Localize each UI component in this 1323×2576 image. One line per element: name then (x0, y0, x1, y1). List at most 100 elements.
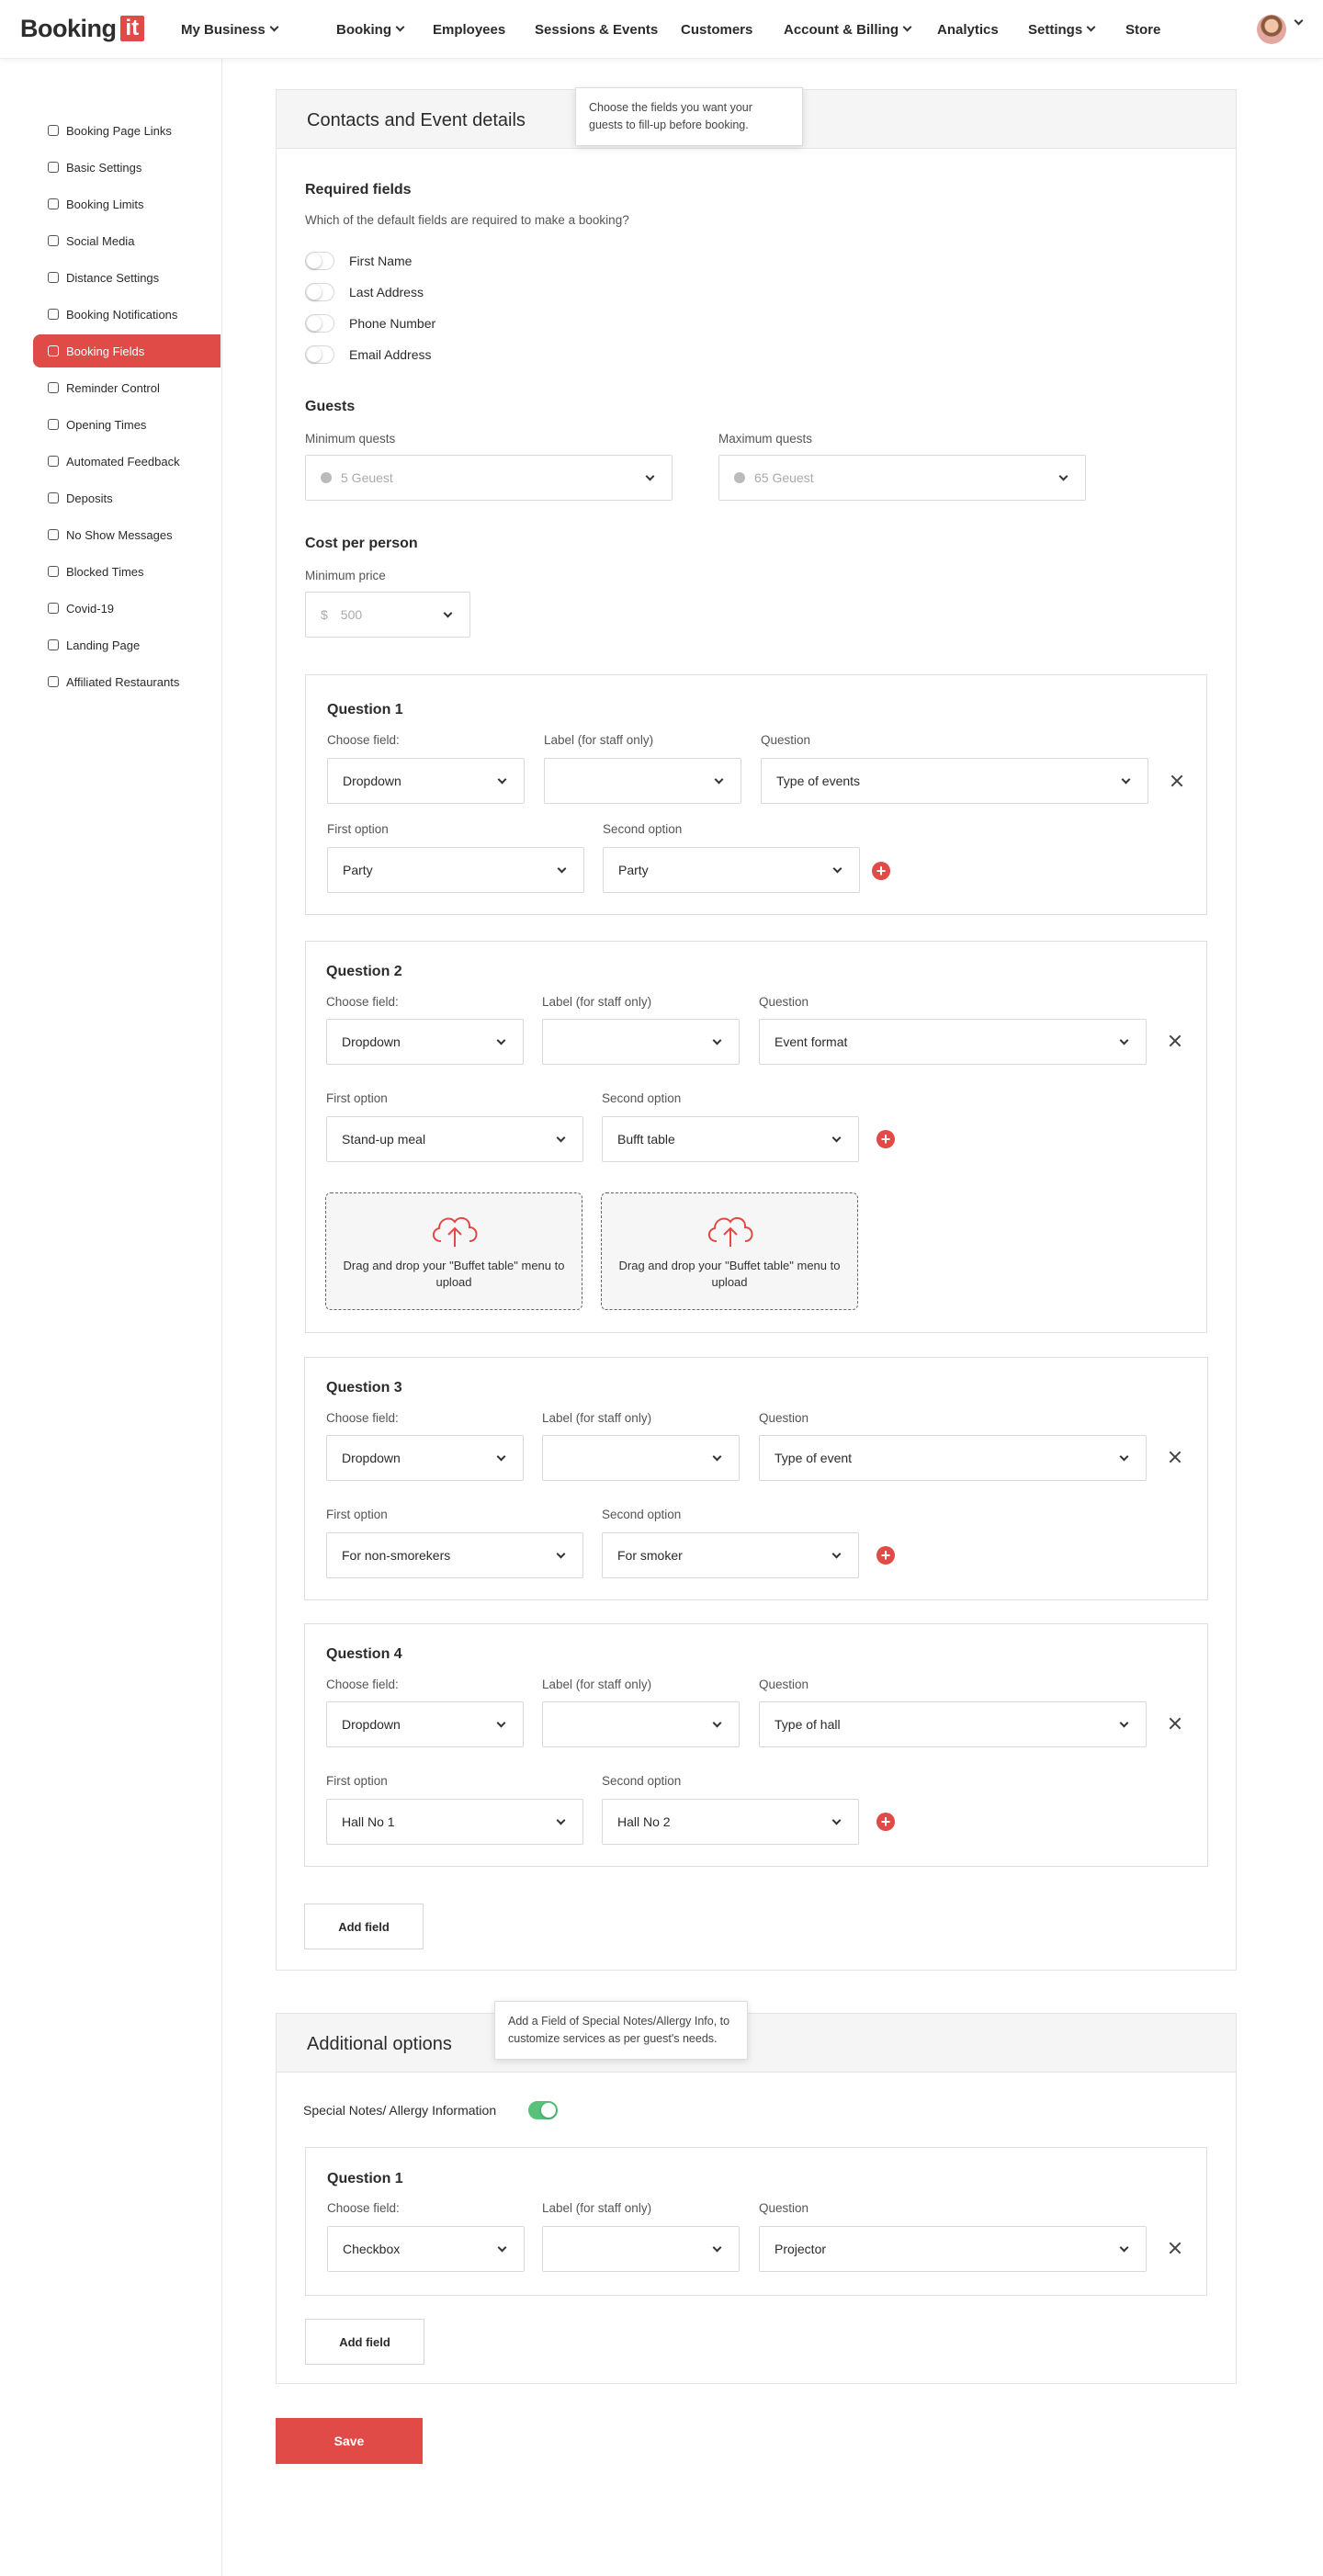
min-price-label: Minimum price (305, 569, 386, 582)
question-4-choose-field-label: Choose field: (326, 1678, 399, 1691)
question-3-first-option-select[interactable]: For non-smorekers (326, 1532, 583, 1578)
chevron-down-icon (831, 1815, 842, 1825)
question-4-question-select[interactable]: Type of hall (759, 1701, 1147, 1747)
sidebar-item-affiliated-restaurants[interactable]: Affiliated Restaurants (33, 665, 220, 698)
question-3-question-label: Question (759, 1411, 809, 1425)
sidebar-item-booking-limits[interactable]: Booking Limits (33, 187, 220, 220)
avatar[interactable] (1257, 15, 1286, 44)
additional-tooltip: Add a Field of Special Notes/Allergy Inf… (494, 2001, 748, 2060)
sidebar-item-reminder-control[interactable]: Reminder Control (33, 371, 220, 404)
last-address-toggle[interactable] (305, 283, 334, 301)
nav-sessions-events[interactable]: Sessions & Events (535, 0, 658, 59)
min-guests-select[interactable]: 5 Geuest (305, 455, 673, 501)
question-2-field-select[interactable]: Dropdown (326, 1019, 524, 1065)
first-name-toggle[interactable] (305, 252, 334, 270)
sidebar-item-covid-19[interactable]: Covid-19 (33, 592, 220, 625)
nav-analytics[interactable]: Analytics (937, 0, 999, 59)
question-2-second-option-select[interactable]: Bufft table (602, 1116, 859, 1162)
question-1-add-option-icon[interactable]: + (872, 862, 890, 880)
question-1-second-option-label: Second option (603, 822, 683, 836)
brand-logo[interactable]: Booking it (20, 13, 145, 44)
location-pin-icon (48, 272, 59, 283)
top-navbar: Booking it My Business Booking Employees… (0, 0, 1323, 59)
phone-number-toggle[interactable] (305, 314, 334, 333)
nav-my-business[interactable]: My Business (181, 0, 279, 59)
last-address-label: Last Address (349, 285, 424, 299)
nav-employees[interactable]: Employees (433, 0, 505, 59)
save-button[interactable]: Save (276, 2418, 423, 2464)
sidebar: Booking Page Links Basic Settings Bookin… (0, 59, 222, 2576)
additional-add-field-button[interactable]: Add field (305, 2319, 424, 2365)
additional-question-1-staff-select[interactable] (542, 2226, 740, 2272)
blocked-icon (48, 566, 59, 577)
question-3-field-select[interactable]: Dropdown (326, 1435, 524, 1481)
nav-store[interactable]: Store (1125, 0, 1160, 59)
question-4-staff-label: Label (for staff only) (542, 1678, 652, 1691)
question-4-field-select[interactable]: Dropdown (326, 1701, 524, 1747)
upload-instructions: Drag and drop your "Buffet table" menu t… (343, 1259, 565, 1289)
nav-account-billing[interactable]: Account & Billing (784, 0, 912, 59)
nav-settings[interactable]: Settings (1028, 0, 1096, 59)
question-2-staff-select[interactable] (542, 1019, 740, 1065)
question-4-first-option-select[interactable]: Hall No 1 (326, 1799, 583, 1845)
buffet-upload-dropzone-2[interactable]: Drag and drop your "Buffet table" menu t… (601, 1192, 858, 1310)
sidebar-item-landing-page[interactable]: Landing Page (33, 628, 220, 661)
additional-question-1-remove-icon[interactable] (1169, 2242, 1182, 2254)
cloud-upload-icon (707, 1216, 753, 1247)
chevron-down-icon (831, 1549, 842, 1559)
question-4-add-option-icon[interactable]: + (876, 1813, 895, 1831)
thumbs-up-icon (48, 235, 59, 246)
question-1-staff-select[interactable] (544, 758, 741, 804)
sidebar-item-booking-page-links[interactable]: Booking Page Links (33, 114, 220, 147)
chevron-down-icon (902, 22, 912, 31)
question-3-question-select[interactable]: Type of event (759, 1435, 1147, 1481)
special-notes-toggle[interactable] (528, 2101, 558, 2119)
question-3-add-option-icon[interactable]: + (876, 1546, 895, 1565)
sidebar-item-no-show-messages[interactable]: No Show Messages (33, 518, 220, 551)
min-guests-label: Minimum quests (305, 432, 396, 446)
sidebar-item-distance-settings[interactable]: Distance Settings (33, 261, 220, 294)
additional-question-1-question-select[interactable]: Projector (759, 2226, 1147, 2272)
question-1-first-option-select[interactable]: Party (327, 847, 584, 893)
buffet-upload-dropzone-1[interactable]: Drag and drop your "Buffet table" menu t… (325, 1192, 582, 1310)
question-2-add-option-icon[interactable]: + (876, 1130, 895, 1148)
question-3-staff-select[interactable] (542, 1435, 740, 1481)
chevron-down-icon (556, 1815, 566, 1825)
sidebar-item-deposits[interactable]: Deposits (33, 481, 220, 514)
question-4-staff-select[interactable] (542, 1701, 740, 1747)
sidebar-item-social-media[interactable]: Social Media (33, 224, 220, 257)
nav-booking[interactable]: Booking (336, 0, 405, 59)
cost-per-person-title: Cost per person (305, 536, 418, 551)
question-2-remove-icon[interactable] (1169, 1034, 1182, 1047)
coin-icon (48, 492, 59, 503)
nav-customers[interactable]: Customers (681, 0, 752, 59)
sidebar-item-booking-fields[interactable]: Booking Fields (33, 334, 220, 367)
question-1-question-select[interactable]: Type of events (761, 758, 1148, 804)
additional-question-1-question-label: Question (759, 2201, 809, 2215)
chevron-down-icon (556, 1549, 566, 1559)
sidebar-item-basic-settings[interactable]: Basic Settings (33, 151, 220, 184)
question-1-title: Question 1 (327, 702, 403, 717)
question-4-second-option-select[interactable]: Hall No 2 (602, 1799, 859, 1845)
sidebar-item-booking-notifications[interactable]: Booking Notifications (33, 298, 220, 331)
max-guests-select[interactable]: 65 Geuest (718, 455, 1086, 501)
question-2-question-select[interactable]: Event format (759, 1019, 1147, 1065)
add-field-button[interactable]: Add field (304, 1904, 424, 1949)
email-address-toggle[interactable] (305, 345, 334, 364)
question-1-remove-icon[interactable] (1170, 774, 1183, 787)
sidebar-item-automated-feedback[interactable]: Automated Feedback (33, 445, 220, 478)
question-1-second-option-select[interactable]: Party (603, 847, 860, 893)
special-notes-label: Special Notes/ Allergy Information (303, 2103, 497, 2118)
avatar-menu-toggle[interactable] (1290, 16, 1304, 27)
additional-question-1-field-select[interactable]: Checkbox (327, 2226, 525, 2272)
question-1-first-option-label: First option (327, 822, 389, 836)
sidebar-item-blocked-times[interactable]: Blocked Times (33, 555, 220, 588)
question-4-remove-icon[interactable] (1169, 1717, 1182, 1730)
question-3-second-option-select[interactable]: For smoker (602, 1532, 859, 1578)
min-price-select[interactable]: $500 (305, 592, 470, 638)
question-1-field-select[interactable]: Dropdown (327, 758, 525, 804)
question-3-remove-icon[interactable] (1169, 1451, 1182, 1463)
question-2-title: Question 2 (326, 964, 402, 979)
sidebar-item-opening-times[interactable]: Opening Times (33, 408, 220, 441)
question-2-first-option-select[interactable]: Stand-up meal (326, 1116, 583, 1162)
